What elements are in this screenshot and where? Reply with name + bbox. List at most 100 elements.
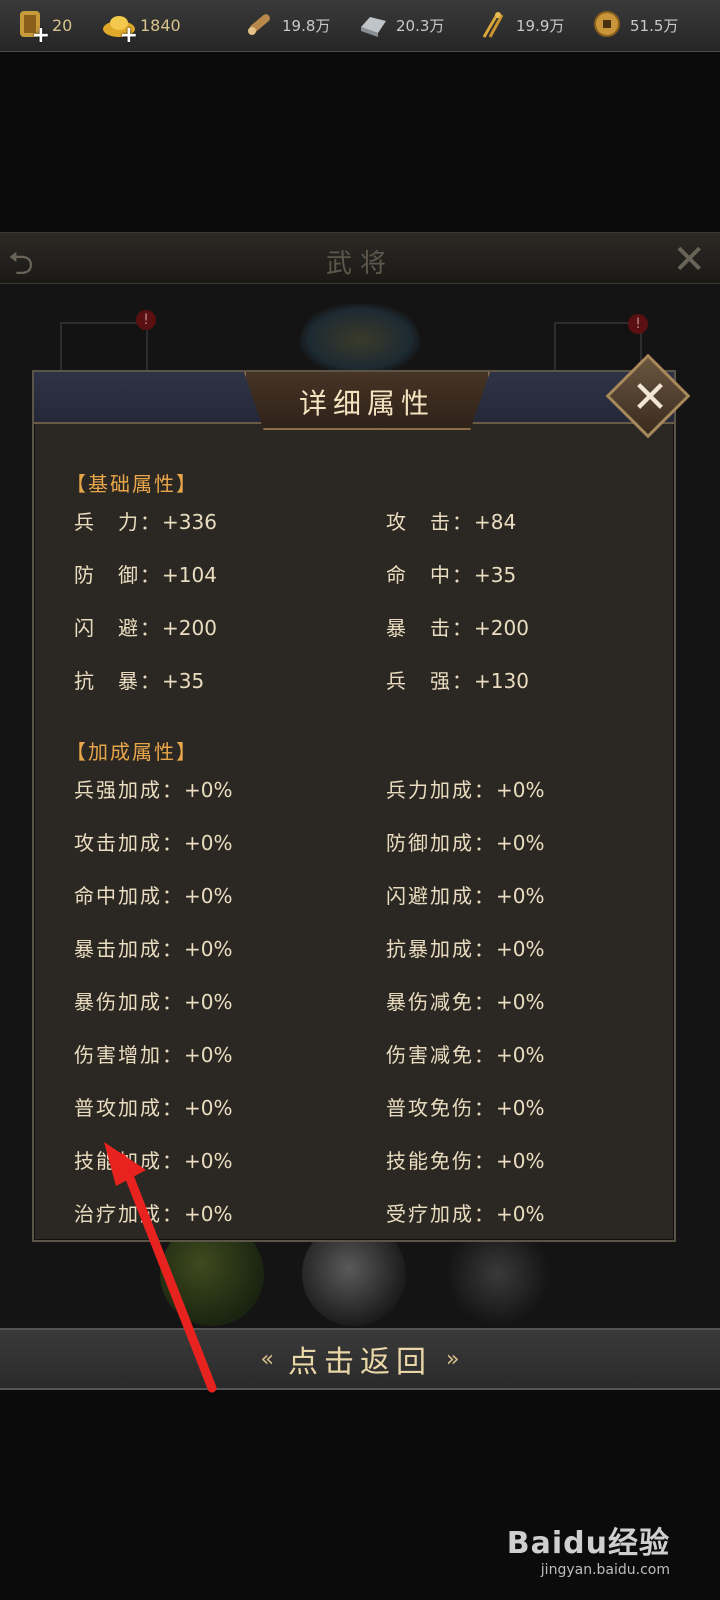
add-gold-icon[interactable]: + bbox=[120, 25, 138, 47]
coin-icon bbox=[592, 9, 624, 41]
attribute-value: +130 bbox=[474, 669, 529, 693]
attribute-row: 技能免伤：+0% bbox=[386, 1145, 545, 1174]
attribute-name: 防御加成： bbox=[386, 831, 496, 855]
attribute-row: 受疗加成：+0% bbox=[386, 1198, 545, 1227]
attribute-name: 抗暴加成： bbox=[386, 937, 496, 961]
attribute-row: 普攻加成：+0% bbox=[74, 1092, 233, 1121]
wood-value: 19.8万 bbox=[282, 16, 331, 35]
attribute-row: 兵 强：+130 bbox=[386, 665, 529, 694]
attribute-value: +35 bbox=[474, 563, 517, 587]
wood-icon bbox=[244, 9, 276, 41]
attribute-name: 暴击加成： bbox=[74, 937, 184, 961]
attribute-name: 攻 击： bbox=[386, 510, 474, 534]
attribute-name: 伤害减免： bbox=[386, 1043, 496, 1067]
attribute-row: 暴 击：+200 bbox=[386, 612, 529, 641]
attribute-row: 抗 暴：+35 bbox=[74, 665, 204, 694]
attribute-name: 闪 避： bbox=[74, 616, 162, 640]
attribute-row: 防御加成：+0% bbox=[386, 827, 545, 856]
close-icon: ✕ bbox=[672, 237, 706, 283]
attribute-row: 伤害减免：+0% bbox=[386, 1039, 545, 1068]
gold-ingot-icon: + bbox=[102, 9, 138, 47]
attribute-name: 闪避加成： bbox=[386, 884, 496, 908]
attribute-name: 兵强加成： bbox=[74, 778, 184, 802]
attribute-value: +200 bbox=[474, 616, 529, 640]
attribute-value: +0% bbox=[496, 831, 545, 855]
general-title: 武将 bbox=[325, 249, 394, 279]
resource-grain: 19.9万 bbox=[478, 8, 564, 42]
attribute-value: +84 bbox=[474, 510, 517, 534]
attribute-name: 暴伤加成： bbox=[74, 990, 184, 1014]
attribute-name: 暴伤减免： bbox=[386, 990, 496, 1014]
attribute-value: +0% bbox=[184, 1043, 233, 1067]
alert-badge-left: ! bbox=[136, 310, 156, 330]
attribute-value: +0% bbox=[496, 778, 545, 802]
attribute-name: 兵 力： bbox=[74, 510, 162, 534]
stamina-value: 20 bbox=[52, 15, 73, 35]
attribute-row: 治疗加成：+0% bbox=[74, 1198, 233, 1227]
resource-stamina[interactable]: + 20 bbox=[14, 8, 73, 47]
attribute-value: +0% bbox=[184, 884, 233, 908]
return-button[interactable]: « 点击返回 » bbox=[0, 1328, 720, 1390]
attribute-value: +0% bbox=[184, 831, 233, 855]
attribute-row: 抗暴加成：+0% bbox=[386, 933, 545, 962]
attribute-value: +0% bbox=[184, 937, 233, 961]
alert-badge-right: ! bbox=[628, 314, 648, 334]
attribute-row: 技能加成：+0% bbox=[74, 1145, 233, 1174]
attribute-value: +35 bbox=[162, 669, 205, 693]
attribute-name: 治疗加成： bbox=[74, 1202, 184, 1226]
iron-icon bbox=[358, 9, 390, 41]
gold-value: 1840 bbox=[140, 15, 181, 35]
attribute-name: 普攻免伤： bbox=[386, 1096, 496, 1120]
attribute-row: 攻 击：+84 bbox=[386, 506, 516, 535]
attribute-row: 暴伤减免：+0% bbox=[386, 986, 545, 1015]
attribute-row: 防 御：+104 bbox=[74, 559, 217, 588]
attribute-value: +0% bbox=[184, 1202, 233, 1226]
attribute-name: 暴 击： bbox=[386, 616, 474, 640]
attribute-name: 命中加成： bbox=[74, 884, 184, 908]
attribute-name: 命 中： bbox=[386, 563, 474, 587]
attribute-name: 伤害增加： bbox=[74, 1043, 184, 1067]
attribute-row: 暴伤加成：+0% bbox=[74, 986, 233, 1015]
attribute-row: 暴击加成：+0% bbox=[74, 933, 233, 962]
general-header: ⮌ 武将 ✕ bbox=[0, 232, 720, 284]
attribute-value: +0% bbox=[496, 884, 545, 908]
attribute-row: 攻击加成：+0% bbox=[74, 827, 233, 856]
attribute-value: +0% bbox=[496, 1202, 545, 1226]
attribute-name: 技能免伤： bbox=[386, 1149, 496, 1173]
add-stamina-icon[interactable]: + bbox=[32, 25, 50, 47]
attribute-value: +0% bbox=[184, 1096, 233, 1120]
resource-wood: 19.8万 bbox=[244, 8, 330, 42]
attribute-name: 受疗加成： bbox=[386, 1202, 496, 1226]
attribute-row: 伤害增加：+0% bbox=[74, 1039, 233, 1068]
attribute-value: +104 bbox=[162, 563, 217, 587]
attribute-value: +0% bbox=[184, 778, 233, 802]
attribute-row: 闪 避：+200 bbox=[74, 612, 217, 641]
attribute-name: 防 御： bbox=[74, 563, 162, 587]
watermark-logo: Baidu经验 bbox=[506, 1526, 670, 1561]
chevron-left-icon: « bbox=[260, 1346, 274, 1372]
general-portrait-emblem bbox=[300, 304, 420, 374]
attribute-row: 命中加成：+0% bbox=[74, 880, 233, 909]
resource-iron: 20.3万 bbox=[358, 8, 444, 42]
return-label: 点击返回 bbox=[288, 1345, 432, 1380]
attribute-row: 普攻免伤：+0% bbox=[386, 1092, 545, 1121]
coin-value: 51.5万 bbox=[630, 16, 679, 35]
attribute-name: 兵 强： bbox=[386, 669, 474, 693]
bonus-attributes-heading: 【加成属性】 bbox=[66, 740, 198, 764]
detail-attributes-modal: 详细属性 ✕ 【基础属性】 兵 力：+336 攻 击：+84 防 御：+104 命 中… bbox=[32, 353, 691, 1242]
grain-icon bbox=[478, 9, 510, 41]
attribute-value: +0% bbox=[496, 1043, 545, 1067]
attribute-value: +0% bbox=[184, 1149, 233, 1173]
close-x-icon[interactable]: ✕ bbox=[622, 368, 678, 428]
attribute-value: +0% bbox=[496, 1149, 545, 1173]
attribute-row: 兵强加成：+0% bbox=[74, 774, 233, 803]
resource-gold[interactable]: + 1840 bbox=[102, 8, 181, 47]
attribute-name: 兵力加成： bbox=[386, 778, 496, 802]
attribute-value: +0% bbox=[496, 1096, 545, 1120]
attribute-value: +200 bbox=[162, 616, 217, 640]
attribute-row: 兵 力：+336 bbox=[74, 506, 217, 535]
stamina-icon: + bbox=[14, 9, 50, 47]
attribute-row: 闪避加成：+0% bbox=[386, 880, 545, 909]
attribute-value: +0% bbox=[184, 990, 233, 1014]
baidu-watermark: Baidu经验 jingyan.baidu.com bbox=[507, 1518, 670, 1578]
